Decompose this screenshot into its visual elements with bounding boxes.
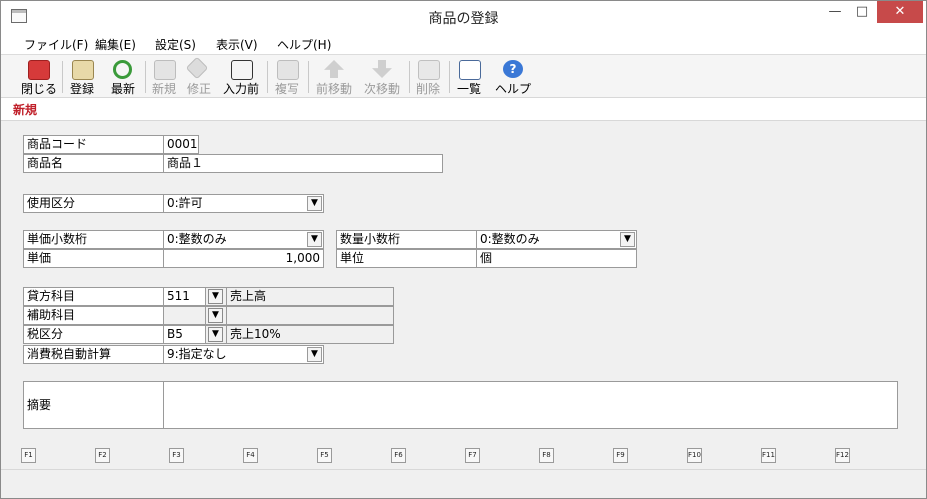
- chevron-down-icon[interactable]: ▼: [620, 232, 635, 247]
- menu-file[interactable]: ファイル(F): [24, 36, 88, 53]
- f5-key[interactable]: F5: [317, 448, 332, 463]
- delete-button[interactable]: 削除: [413, 58, 443, 96]
- unit-field[interactable]: 個: [476, 249, 637, 268]
- copy-button[interactable]: 複写: [271, 58, 303, 96]
- window-title: 商品の登録: [428, 11, 499, 27]
- usage-label: 使用区分: [23, 194, 164, 213]
- refresh-button[interactable]: 最新: [107, 58, 139, 96]
- app-window: 商品の登録 — □ ✕ ファイル(F) 編集(E) 設定(S) 表示(V) ヘル…: [0, 0, 927, 499]
- unit-price-field[interactable]: 1,000: [163, 249, 324, 268]
- f10-key[interactable]: F10: [687, 448, 702, 463]
- f7-key[interactable]: F7: [465, 448, 480, 463]
- title-bar: 商品の登録 — □ ✕: [1, 1, 926, 33]
- new-button[interactable]: 新規: [149, 58, 179, 96]
- refresh-icon: [113, 60, 132, 79]
- list-button[interactable]: 一覧: [454, 58, 484, 96]
- f6-key[interactable]: F6: [391, 448, 406, 463]
- qty-decimal-label: 数量小数桁: [336, 230, 477, 249]
- close-window-button[interactable]: ✕: [877, 1, 923, 23]
- memo-field[interactable]: [163, 381, 898, 429]
- f3-key[interactable]: F3: [169, 448, 184, 463]
- help-button[interactable]: ? ヘルプ: [494, 58, 532, 96]
- arrow-down-icon: [372, 60, 392, 78]
- product-name-label: 商品名: [23, 154, 164, 173]
- credit-account-lookup[interactable]: ▼: [205, 287, 227, 306]
- product-code-field[interactable]: 0001: [163, 135, 199, 154]
- chevron-down-icon[interactable]: ▼: [307, 232, 322, 247]
- menu-settings[interactable]: 設定(S): [155, 36, 196, 53]
- menu-edit[interactable]: 編集(E): [95, 36, 136, 53]
- unit-label: 単位: [336, 249, 477, 268]
- usage-value: 0:許可: [167, 196, 203, 210]
- help-icon: ?: [503, 60, 523, 78]
- credit-account-label: 貸方科目: [23, 287, 164, 306]
- qty-decimal-select[interactable]: 0:整数のみ ▼: [476, 230, 637, 249]
- product-code-label: 商品コード: [23, 135, 164, 154]
- price-decimal-value: 0:整数のみ: [167, 232, 227, 246]
- minimize-button[interactable]: —: [821, 1, 849, 23]
- tax-category-name: 売上10%: [226, 325, 394, 344]
- register-button[interactable]: 登録: [66, 58, 98, 96]
- eraser-icon: [185, 56, 209, 80]
- credit-account-name: 売上高: [226, 287, 394, 306]
- f12-key[interactable]: F12: [835, 448, 850, 463]
- usage-select[interactable]: 0:許可 ▼: [163, 194, 324, 213]
- menu-help[interactable]: ヘルプ(H): [277, 36, 331, 53]
- close-icon: [28, 60, 50, 80]
- auto-tax-label: 消費税自動計算: [23, 345, 164, 364]
- sub-account-code-field[interactable]: [163, 306, 206, 325]
- next-record-button[interactable]: 次移動: [361, 58, 403, 96]
- toolbar: 閉じる 登録 最新 新規 修正 入力前 複写 前移動 次移動 削除 一覧 ? ヘ…: [1, 55, 926, 98]
- maximize-button[interactable]: □: [848, 1, 876, 23]
- sub-account-label: 補助科目: [23, 306, 164, 325]
- auto-tax-value: 9:指定なし: [167, 347, 227, 361]
- status-bar: [1, 469, 926, 498]
- product-name-field[interactable]: 商品１: [163, 154, 443, 173]
- function-key-bar: F1 F2 F3 F4 F5 F6 F7 F8 F9 F10 F11 F12: [1, 444, 926, 468]
- arrow-up-icon: [324, 60, 344, 78]
- list-icon: [459, 60, 481, 80]
- mode-bar: 新規: [1, 98, 926, 121]
- lookup-icon[interactable]: ▼: [208, 308, 223, 323]
- f2-key[interactable]: F2: [95, 448, 110, 463]
- lookup-icon[interactable]: ▼: [208, 327, 223, 342]
- memo-label: 摘要: [23, 381, 164, 429]
- menu-view[interactable]: 表示(V): [216, 36, 258, 53]
- f9-key[interactable]: F9: [613, 448, 628, 463]
- chevron-down-icon[interactable]: ▼: [307, 347, 322, 362]
- tax-category-label: 税区分: [23, 325, 164, 344]
- before-input-button[interactable]: 入力前: [221, 58, 261, 96]
- price-decimal-select[interactable]: 0:整数のみ ▼: [163, 230, 324, 249]
- mode-tab: 新規: [13, 103, 38, 117]
- close-button[interactable]: 閉じる: [21, 58, 57, 96]
- qty-decimal-value: 0:整数のみ: [480, 232, 540, 246]
- auto-tax-select[interactable]: 9:指定なし ▼: [163, 345, 324, 364]
- unit-price-label: 単価: [23, 249, 164, 268]
- f11-key[interactable]: F11: [761, 448, 776, 463]
- credit-account-code-field[interactable]: 511: [163, 287, 206, 306]
- modify-button[interactable]: 修正: [184, 56, 214, 96]
- sub-account-lookup[interactable]: ▼: [205, 306, 227, 325]
- tax-category-lookup[interactable]: ▼: [205, 325, 227, 344]
- undo-document-icon: [231, 60, 253, 80]
- f8-key[interactable]: F8: [539, 448, 554, 463]
- menu-bar: ファイル(F) 編集(E) 設定(S) 表示(V) ヘルプ(H): [1, 33, 926, 55]
- f1-key[interactable]: F1: [21, 448, 36, 463]
- form-area: 商品コード 0001 商品名 商品１ 使用区分 0:許可 ▼ 単価小数桁 0:整…: [1, 121, 926, 443]
- f4-key[interactable]: F4: [243, 448, 258, 463]
- lookup-icon[interactable]: ▼: [208, 289, 223, 304]
- price-decimal-label: 単価小数桁: [23, 230, 164, 249]
- delete-icon: [418, 60, 440, 80]
- copy-icon: [277, 60, 299, 80]
- tax-category-code-field[interactable]: B5: [163, 325, 206, 344]
- register-icon: [72, 60, 94, 80]
- prev-record-button[interactable]: 前移動: [313, 58, 355, 96]
- sub-account-name: [226, 306, 394, 325]
- chevron-down-icon[interactable]: ▼: [307, 196, 322, 211]
- new-document-icon: [154, 60, 176, 80]
